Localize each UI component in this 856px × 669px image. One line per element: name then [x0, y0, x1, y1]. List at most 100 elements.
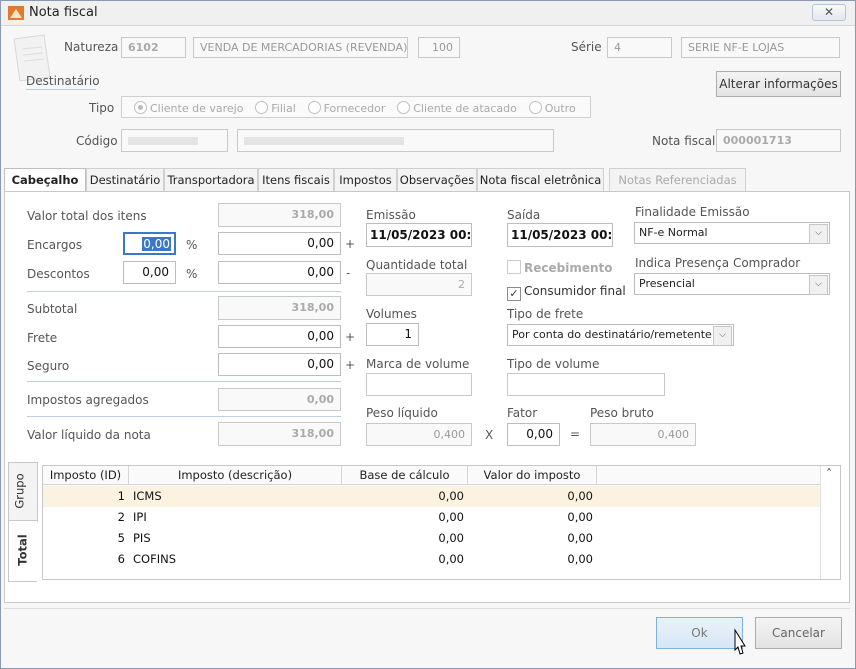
column-header-imposto-descricao[interactable]: Imposto (descrição) [129, 466, 342, 485]
consumidor-final-checkbox[interactable]: ✓ Consumidor final [507, 284, 626, 301]
scroll-up-icon[interactable]: ˄ [826, 467, 832, 481]
side-tab-grupo[interactable]: Grupo [8, 462, 38, 522]
tab-notas-referenciadas: Notas Referenciadas [609, 168, 746, 191]
codigo-label: Código [76, 134, 118, 148]
encargos-plus-symbol: + [345, 237, 356, 251]
descontos-minus-symbol: - [346, 266, 351, 280]
valor-total-itens-label: Valor total dos itens [27, 209, 147, 223]
column-header-filler [597, 466, 820, 485]
title-bar[interactable] [1, 1, 855, 26]
ok-button[interactable]: Ok [656, 617, 743, 649]
impostos-agregados-field: 0,00 [218, 388, 341, 411]
tab-itens-fiscais[interactable]: Itens fiscais [258, 168, 334, 191]
destinatario-group-label: Destinatário [26, 74, 100, 88]
column-header-imposto-id[interactable]: Imposto (ID) [43, 466, 129, 485]
quantidade-total-label: Quantidade total [366, 258, 468, 272]
chevron-down-icon[interactable]: ⌵ [809, 224, 828, 244]
natureza-num-field[interactable]: 100 [418, 37, 460, 58]
column-header-valor-imposto[interactable]: Valor do imposto [468, 466, 597, 485]
natureza-label: Natureza [64, 40, 119, 54]
table-row[interactable]: 5 PIS 0,00 0,00 [43, 528, 820, 549]
tab-nota-fiscal-eletronica[interactable]: Nota fiscal eletrônica [477, 168, 604, 191]
tipo-option-fornecedor[interactable]: Fornecedor [307, 101, 385, 115]
tipo-frete-label: Tipo de frete [507, 307, 584, 321]
tipo-frete-select[interactable]: Por conta do destinatário/remetente ⌵ [507, 324, 734, 346]
app-icon [8, 6, 24, 20]
seguro-input[interactable]: 0,00 [218, 353, 341, 376]
encargos-percent-symbol: % [186, 238, 198, 252]
table-row[interactable]: 1 ICMS 0,00 0,00 [43, 486, 820, 507]
descontos-value-input[interactable]: 0,00 [218, 261, 341, 284]
subtotal-label: Subtotal [27, 302, 78, 316]
tab-impostos[interactable]: Impostos [334, 168, 397, 191]
tipo-option-atacado[interactable]: Cliente de atacado [397, 101, 517, 115]
tipo-volume-input[interactable] [507, 373, 665, 396]
peso-liquido-label: Peso líquido [366, 406, 438, 420]
encargos-value-input[interactable]: 0,00 [218, 232, 341, 255]
marca-volume-input[interactable] [366, 373, 472, 396]
finalidade-emissao-label: Finalidade Emissão [635, 205, 750, 219]
tipo-volume-label: Tipo de volume [507, 357, 600, 371]
tipo-option-varejo[interactable]: Cliente de varejo [134, 101, 243, 115]
saida-label: Saída [507, 208, 541, 222]
cell-id: 1 [117, 489, 125, 503]
peso-bruto-label: Peso bruto [590, 406, 654, 420]
cell-id: 2 [117, 510, 125, 524]
radio-selected-icon [134, 101, 147, 114]
radio-icon [255, 101, 269, 114]
encargos-percent-input[interactable]: 0,00 [123, 232, 176, 255]
checkbox-icon [507, 260, 521, 274]
nota-fiscal-field[interactable]: 000001713 [716, 129, 841, 152]
grid-scrollbar[interactable]: ˄ [820, 466, 840, 579]
tab-destinatario[interactable]: Destinatário [86, 168, 164, 191]
radio-icon [307, 101, 321, 114]
column-header-base-calculo[interactable]: Base de cálculo [342, 466, 468, 485]
seguro-label: Seguro [27, 359, 70, 373]
destinatario-name-field[interactable] [237, 129, 554, 152]
serie-label: Série [571, 40, 602, 54]
fator-input[interactable]: 0,00 [507, 423, 560, 446]
marca-volume-label: Marca de volume [366, 357, 470, 371]
redacted-block [244, 137, 404, 145]
table-row[interactable]: 6 COFINS 0,00 0,00 [43, 549, 820, 570]
serie-desc-field[interactable]: SERIE NF-E LOJAS [681, 37, 840, 58]
codigo-field[interactable] [121, 129, 228, 152]
frete-input[interactable]: 0,00 [218, 325, 341, 348]
presenca-comprador-label: Indica Presença Comprador [635, 256, 801, 270]
finalidade-emissao-select[interactable]: NF-e Normal ⌵ [634, 222, 830, 244]
destinatario-separator [26, 89, 96, 90]
descontos-percent-input[interactable]: 0,00 [123, 261, 176, 284]
side-tab-total[interactable]: Total [8, 520, 37, 582]
chevron-down-icon[interactable]: ⌵ [713, 326, 732, 346]
redacted-block [128, 137, 198, 145]
seguro-plus-symbol: + [345, 358, 356, 372]
tipo-option-outro[interactable]: Outro [528, 101, 576, 115]
encargos-percent-value: 0,00 [142, 237, 171, 251]
chevron-down-icon[interactable]: ⌵ [809, 275, 828, 295]
volumes-input[interactable]: 1 [366, 323, 419, 346]
tab-transportadora[interactable]: Transportadora [164, 168, 258, 191]
cell-base: 0,00 [438, 552, 464, 566]
cell-valor: 0,00 [567, 531, 593, 545]
tab-cabecalho[interactable]: Cabeçalho [4, 168, 86, 192]
presenca-comprador-select[interactable]: Presencial ⌵ [634, 273, 830, 295]
close-button[interactable]: ✕ [812, 4, 846, 21]
emissao-input[interactable]: 11/05/2023 00:0 [366, 223, 472, 247]
descontos-label: Descontos [27, 267, 90, 281]
serie-code-field[interactable]: 4 [607, 37, 672, 58]
cancelar-button[interactable]: Cancelar [755, 617, 842, 649]
cell-desc: PIS [133, 531, 151, 545]
window-title: Nota fiscal [29, 5, 98, 20]
table-row[interactable]: 2 IPI 0,00 0,00 [43, 507, 820, 528]
alterar-informacoes-button[interactable]: Alterar informações [716, 71, 841, 97]
tipo-option-filial[interactable]: Filial [255, 101, 296, 115]
fator-label: Fator [507, 406, 538, 420]
cell-desc: COFINS [133, 552, 176, 566]
natureza-desc-field[interactable]: VENDA DE MERCADORIAS (REVENDA) [193, 37, 408, 58]
frete-plus-symbol: + [345, 330, 356, 344]
natureza-code-field[interactable]: 6102 [121, 37, 186, 58]
saida-input[interactable]: 11/05/2023 00:0 [507, 223, 613, 247]
valor-liquido-separator [27, 416, 341, 417]
cell-valor: 0,00 [567, 510, 593, 524]
tab-observacoes[interactable]: Observações [397, 168, 477, 191]
